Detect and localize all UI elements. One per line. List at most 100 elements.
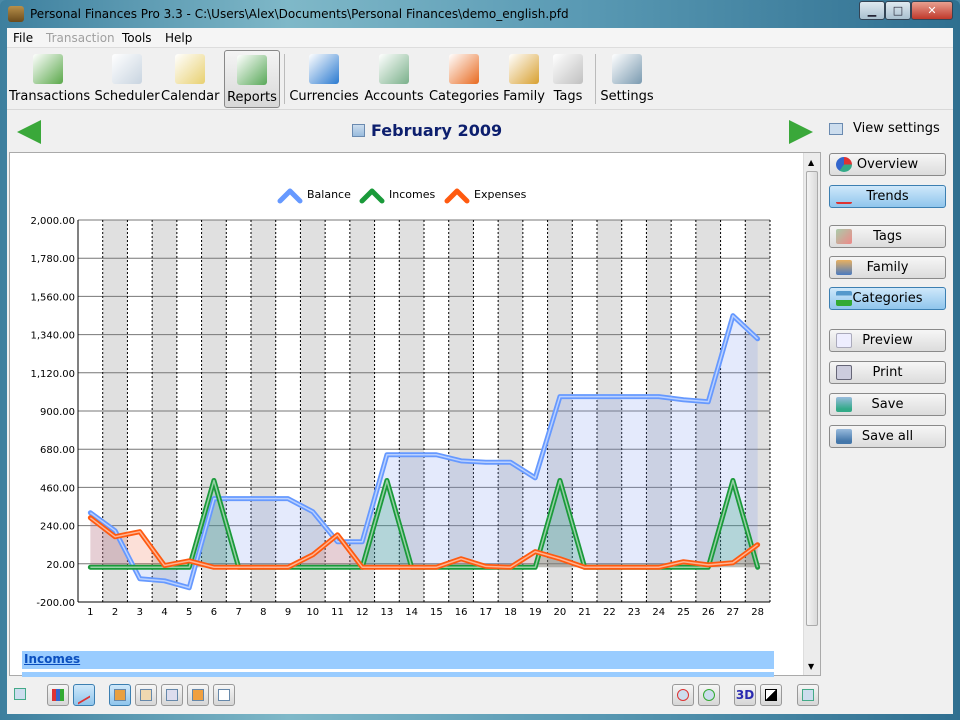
next-month-arrow-icon[interactable] — [789, 120, 813, 144]
current-month: February 2009 — [371, 121, 503, 140]
x-tick-label: 8 — [260, 607, 266, 618]
year-view-icon — [218, 689, 230, 701]
toolbar-label: Settings — [600, 89, 654, 104]
save-button[interactable]: Save — [829, 393, 946, 416]
y-tick-label: 900.00 — [40, 407, 75, 418]
toolbar-family-button[interactable]: Family — [501, 50, 547, 108]
toolbar-label: Tags — [553, 89, 583, 104]
zoom-in-button[interactable] — [698, 684, 720, 706]
legend-label: Incomes — [389, 188, 435, 201]
zoom-out-button[interactable] — [672, 684, 694, 706]
tags-icon — [836, 229, 852, 244]
y-tick-label: 1,120.00 — [30, 369, 75, 380]
zoom-out-icon — [677, 689, 689, 701]
menu-help[interactable]: Help — [165, 31, 192, 45]
menu-tools[interactable]: Tools — [122, 31, 152, 45]
toolbar-label: Scheduler — [94, 89, 160, 104]
x-tick-label: 14 — [405, 607, 418, 618]
family-icon — [836, 260, 852, 275]
scroll-up-icon[interactable]: ▲ — [808, 158, 814, 167]
period-week-button[interactable] — [135, 684, 157, 706]
toolbar-categories-button[interactable]: Categories — [428, 50, 500, 108]
toolbar-label: Reports — [227, 90, 277, 105]
categories-button[interactable]: Categories — [829, 287, 946, 310]
save-all-button[interactable]: Save all — [829, 425, 946, 448]
period-quarter-button[interactable] — [187, 684, 209, 706]
menu-transaction[interactable]: Transaction — [46, 31, 115, 45]
tags-button[interactable]: Tags — [829, 225, 946, 248]
y-tick-label: 20.00 — [46, 560, 75, 571]
categories-label: Categories — [852, 291, 923, 306]
toolbar-separator — [284, 54, 285, 104]
toolbar-settings-button[interactable]: Settings — [599, 50, 655, 108]
toolbar-scheduler-button[interactable]: Scheduler — [93, 50, 161, 108]
trends-button[interactable]: Trends — [829, 185, 946, 208]
save-icon — [836, 397, 852, 412]
trends-chart: 2,000.00 1,780.00 1,560.00 1,340.00 1,120.00… — [30, 188, 771, 618]
period-navigation: February 2009 — [7, 110, 953, 150]
toolbar-calendar-button[interactable]: Calendar — [161, 50, 219, 108]
week-view-icon — [140, 689, 152, 701]
x-tick-label: 18 — [504, 607, 517, 618]
accounts-icon — [379, 54, 409, 84]
preview-button[interactable]: Preview — [829, 329, 946, 352]
family-button[interactable]: Family — [829, 256, 946, 279]
vertical-scrollbar[interactable]: ▲ ▼ — [803, 153, 820, 675]
period-year-button[interactable] — [213, 684, 235, 706]
panel-right-icon — [802, 689, 814, 701]
month-view-icon — [166, 689, 178, 701]
x-tick-label: 9 — [285, 607, 291, 618]
print-button[interactable]: Print — [829, 361, 946, 384]
y-tick-label: 1,340.00 — [30, 331, 75, 342]
x-tick-label: 6 — [211, 607, 217, 618]
x-tick-label: 21 — [578, 607, 591, 618]
reports-icon — [237, 55, 267, 85]
scrollbar-thumb[interactable] — [806, 171, 818, 626]
contrast-icon — [765, 689, 777, 701]
x-tick-label: 13 — [381, 607, 394, 618]
toolbar-tags-button[interactable]: Tags — [549, 50, 587, 108]
toolbar-currencies-button[interactable]: Currencies — [288, 50, 360, 108]
incomes-section-header: Incomes — [22, 651, 774, 669]
categories-icon — [449, 54, 479, 84]
contrast-button[interactable] — [760, 684, 782, 706]
incomes-link[interactable]: Incomes — [24, 652, 80, 666]
pie-chart-icon — [836, 157, 852, 172]
tags-icon — [553, 54, 583, 84]
period-day-button[interactable] — [109, 684, 131, 706]
menu-file[interactable]: File — [13, 31, 33, 45]
close-button[interactable]: ✕ — [911, 1, 953, 20]
scroll-down-icon[interactable]: ▼ — [808, 662, 814, 671]
toolbar-transactions-button[interactable]: Transactions — [9, 50, 90, 108]
toggle-panel-right-button[interactable] — [797, 684, 819, 706]
x-tick-label: 22 — [603, 607, 616, 618]
bar-chart-button[interactable] — [47, 684, 69, 706]
toggle-3d-button[interactable]: 3D — [734, 684, 756, 706]
printer-icon — [836, 365, 852, 380]
toolbar-separator — [595, 54, 596, 104]
line-chart-button[interactable] — [73, 684, 95, 706]
client-area: File Transaction Tools Help Transactions… — [7, 28, 953, 714]
app-window: Personal Finances Pro 3.3 - C:\Users\Ale… — [0, 0, 960, 720]
minimize-button[interactable]: ▁ — [859, 1, 885, 20]
overview-button[interactable]: Overview — [829, 153, 946, 176]
x-tick-label: 5 — [186, 607, 192, 618]
x-tick-label: 15 — [430, 607, 443, 618]
view-settings-label: View settings — [853, 121, 940, 136]
legend-balance-icon — [277, 188, 303, 204]
x-tick-label: 11 — [331, 607, 344, 618]
toolbar-accounts-button[interactable]: Accounts — [362, 50, 426, 108]
view-settings[interactable]: View settings — [829, 121, 960, 136]
x-tick-label: 24 — [652, 607, 665, 618]
y-tick-label: 1,780.00 — [30, 254, 75, 265]
period-month-button[interactable] — [161, 684, 183, 706]
calendar-icon — [175, 54, 205, 84]
toolbar-reports-button[interactable]: Reports — [224, 50, 280, 108]
maximize-button[interactable]: □ — [885, 1, 911, 20]
toggle-panel-left-button[interactable] — [10, 684, 32, 706]
currencies-icon — [309, 54, 339, 84]
x-tick-label: 27 — [727, 607, 740, 618]
legend-incomes-icon — [359, 188, 385, 204]
previous-month-arrow-icon[interactable] — [17, 120, 41, 144]
y-tick-label: -200.00 — [36, 598, 75, 609]
